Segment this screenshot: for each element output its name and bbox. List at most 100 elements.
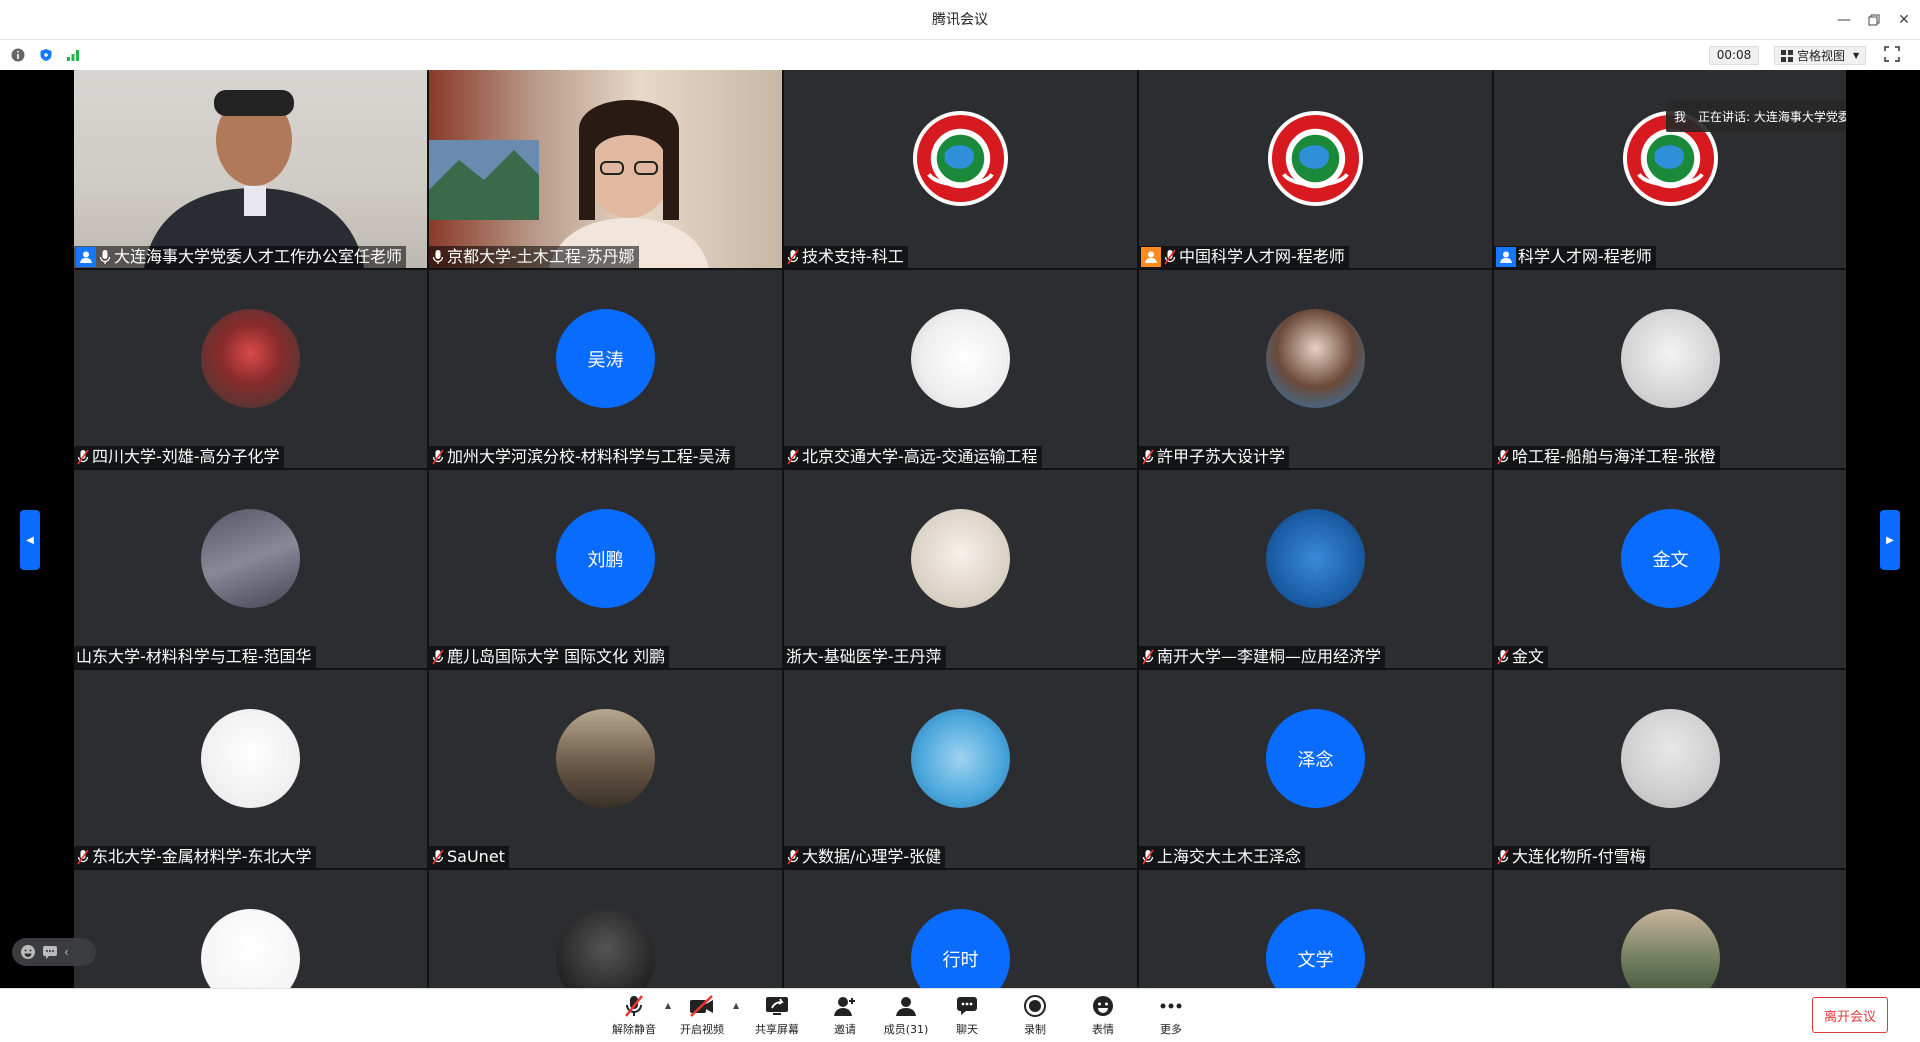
unmute-button[interactable]: 解除静音 [604,993,664,1039]
participant-avatar [911,709,1010,808]
participant-name-tag: 京都大学-土木工程-苏丹娜 [429,246,639,268]
participant-avatar [911,109,1010,208]
invite-label: 邀请 [834,1023,856,1036]
participant-name-tag: 东北大学-金属材料学-东北大学 [74,846,316,868]
top-toolbar [0,40,1920,70]
participant-tile[interactable]: 大连海事大学党委人才工作办公室任老师 [74,70,427,268]
participant-tile[interactable]: SaUnet [429,670,782,868]
participant-tile[interactable]: 浙大-基础医学-王丹萍 [784,470,1137,668]
info-icon[interactable] [10,47,26,63]
chevron-down-icon: ▼ [1853,51,1860,60]
grid-icon [1781,49,1793,62]
participant-tile[interactable]: 許甲子苏大设计学 [1139,270,1492,468]
participant-name-tag: 大连海事大学党委人才工作办公室任老师 [74,246,407,268]
participant-tile[interactable]: 四川大学-刘雄-高分子化学 [74,270,427,468]
more-dots-icon [1156,993,1186,1019]
participant-tile[interactable] [429,870,782,988]
share-screen-button[interactable]: 共享屏幕 [747,993,807,1039]
participant-name: 浙大-基础医学-王丹萍 [786,647,942,666]
participant-name-tag: 山东大学-材料科学与工程-范国华 [74,646,316,668]
participant-tile[interactable] [1494,870,1846,988]
audio-options-caret[interactable]: ▲ [665,1001,671,1010]
leave-meeting-button[interactable]: 离开会议 [1812,997,1888,1033]
participant-avatar [556,709,655,808]
participant-name: 四川大学-刘雄-高分子化学 [92,447,280,466]
participant-name-tag: 上海交大土木王泽念 [1139,846,1306,868]
mic-muted-icon [76,847,90,867]
shield-icon[interactable] [38,47,54,63]
chat-button[interactable]: 聊天 [937,993,997,1039]
mic-muted-icon [1141,647,1155,667]
participant-avatar: 刘鹏 [556,509,655,608]
members-icon [891,993,921,1019]
restore-icon[interactable] [1860,8,1888,32]
participant-name-tag: 北京交通大学-高远-交通运输工程 [784,446,1042,468]
video-options-caret[interactable]: ▲ [733,1001,739,1010]
participant-name-tag: 許甲子苏大设计学 [1139,446,1290,468]
participant-tile[interactable]: 南开大学—李建桐—应用经济学 [1139,470,1492,668]
participant-name-tag: SaUnet [429,846,509,868]
participant-tile[interactable]: 中国科学人才网-程老师 [1139,70,1492,268]
participant-avatar: 金文 [1621,509,1720,608]
share-screen-icon [762,993,792,1019]
members-button[interactable]: 成员(31) [876,993,936,1039]
minimize-icon[interactable]: — [1830,8,1858,32]
record-label: 录制 [1024,1023,1046,1036]
mic-muted-icon [431,447,445,467]
participant-tile[interactable]: 刘鹏鹿儿岛国际大学 国际文化 刘鹏 [429,470,782,668]
chat-label: 聊天 [956,1023,978,1036]
participant-name-tag: 加州大学河滨分校-材料科学与工程-吴涛 [429,446,735,468]
participant-avatar: 行时 [911,909,1010,988]
participant-tile[interactable]: 大连化物所-付雪梅 [1494,670,1846,868]
chat-icon [952,993,982,1019]
user-icon [76,247,96,267]
participant-tile[interactable]: 哈工程-船舶与海洋工程-张橙 [1494,270,1846,468]
host-user-icon [1141,247,1161,267]
fullscreen-icon[interactable] [1884,46,1902,64]
participant-avatar [1621,709,1720,808]
record-button[interactable]: 录制 [1005,993,1065,1039]
participant-tile[interactable]: 吴涛 加州大学河滨分校-材料科学与工程-吴涛 [429,270,782,468]
participant-tile[interactable]: 东北大学-金属材料学-东北大学 [74,670,427,868]
participant-name-tag: 浙大-基础医学-王丹萍 [784,646,946,668]
participant-tile[interactable]: 京都大学-土木工程-苏丹娜 [429,70,782,268]
start-video-button[interactable]: 开启视频 [672,993,732,1039]
participant-tile[interactable]: 山东大学-材料科学与工程-范国华 [74,470,427,668]
bottom-toolbar: 解除静音 ▲ 开启视频 ▲ 共享屏幕 邀请 成员(31) 聊天 录制 表情 更多… [0,988,1920,1042]
emoji-button[interactable]: 表情 [1073,993,1133,1039]
avatar-initials: 文学 [1297,949,1334,971]
gallery-view-button[interactable]: 宫格视图 ▼ [1774,46,1866,65]
participant-tile[interactable]: 北京交通大学-高远-交通运输工程 [784,270,1137,468]
prev-page-arrow[interactable]: ◀ [20,510,40,570]
participant-tile[interactable] [74,870,427,988]
participant-name: 中国科学人才网-程老师 [1179,247,1345,266]
participant-avatar [201,909,300,988]
invite-button[interactable]: 邀请 [815,993,875,1039]
signal-icon[interactable] [65,47,81,63]
participant-tile[interactable]: 技术支持-科工 [784,70,1137,268]
chevron-left-icon[interactable]: ‹ [64,945,69,959]
participant-name: 上海交大土木王泽念 [1157,847,1302,866]
participant-name: 鹿儿岛国际大学 国际文化 刘鹏 [447,647,666,666]
chat-bubble-icon[interactable] [42,944,58,960]
emoji-icon[interactable] [20,944,36,960]
mic-muted-icon [1496,847,1510,867]
participant-avatar [201,709,300,808]
next-page-arrow[interactable]: ▶ [1880,510,1900,570]
participant-tile[interactable]: 泽念 上海交大土木王泽念 [1139,670,1492,868]
mic-muted-icon [1496,447,1510,467]
mic-muted-icon [786,247,800,267]
meeting-timer: 00:08 [1709,46,1759,65]
participant-tile[interactable]: 大数据/心理学-张健 [784,670,1137,868]
close-icon[interactable]: ✕ [1890,8,1918,32]
participant-avatar [1266,309,1365,408]
participant-name: 南开大学—李建桐—应用经济学 [1157,647,1382,666]
more-button[interactable]: 更多 [1141,993,1201,1039]
participant-tile[interactable]: 行时 [784,870,1137,988]
participant-tile[interactable]: 金文 金文 [1494,470,1846,668]
mini-chat-panel[interactable]: ‹ [12,938,96,966]
participant-tile[interactable]: 文学 [1139,870,1492,988]
mic-muted-icon [1163,247,1177,267]
participant-avatar [1621,909,1720,988]
record-icon [1020,993,1050,1019]
